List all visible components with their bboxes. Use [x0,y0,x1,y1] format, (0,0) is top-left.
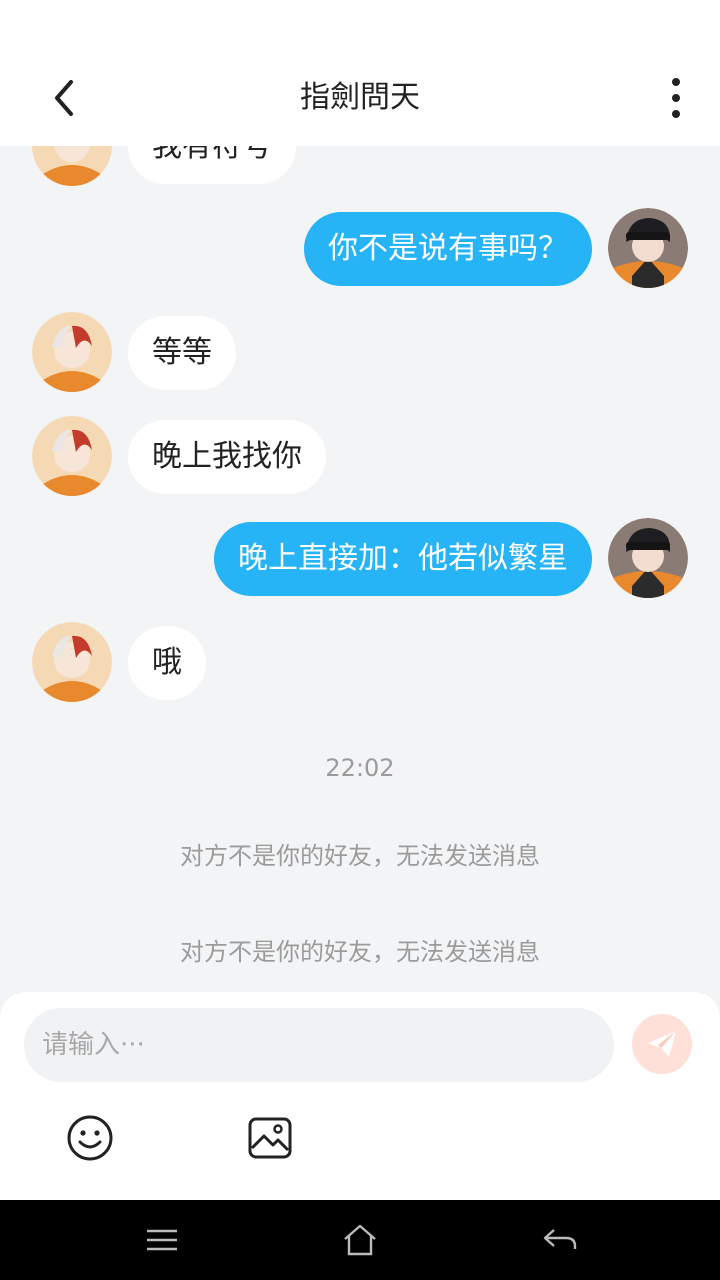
message-bubble[interactable]: 晚上我找你 [128,420,326,494]
menu-icon [147,1229,177,1251]
message-list[interactable]: 我有符号 你不是说有事吗？ 等等 晚上我找你 晚上直接加：他若似繁星 哦 22:… [0,146,720,992]
system-notice: 对方不是你的好友，无法发送消息 [180,938,540,966]
home-icon [344,1224,376,1256]
message-timestamp: 22:02 [325,754,395,782]
my-avatar[interactable] [608,208,688,288]
message-input[interactable] [24,1008,614,1082]
back-arrow-icon [543,1229,577,1249]
chat-title: 指劍問天 [300,80,420,115]
message-bubble[interactable]: 我有符号 [128,146,296,184]
system-navigation-bar [0,1200,720,1280]
emoji-button[interactable] [66,1114,114,1162]
message-incoming: 晚上我找你 [0,416,720,496]
more-options-button[interactable] [658,76,694,120]
image-button[interactable] [246,1114,294,1162]
system-notice: 对方不是你的好友，无法发送消息 [180,842,540,870]
message-outgoing: 你不是说有事吗？ [0,208,720,288]
send-button[interactable] [632,1014,692,1074]
contact-avatar[interactable] [32,622,112,702]
message-bubble[interactable]: 哦 [128,626,206,700]
home-button[interactable] [340,1220,380,1260]
contact-avatar[interactable] [32,312,112,392]
message-incoming: 等等 [0,312,720,392]
message-outgoing: 晚上直接加：他若似繁星 [0,518,720,598]
menu-button[interactable] [142,1220,182,1260]
image-icon [248,1117,292,1159]
message-composer [0,992,720,1200]
smile-icon [67,1115,113,1161]
message-incoming: 哦 [0,622,720,702]
message-incoming: 我有符号 [0,146,720,186]
my-avatar[interactable] [608,518,688,598]
send-icon [648,1031,676,1057]
contact-avatar[interactable] [32,146,112,186]
chat-header: 指劍問天 [0,0,720,146]
message-bubble[interactable]: 你不是说有事吗？ [304,212,592,286]
more-vertical-icon [672,78,680,86]
message-bubble[interactable]: 等等 [128,316,236,390]
back-nav-button[interactable] [540,1220,580,1260]
contact-avatar[interactable] [32,416,112,496]
message-bubble[interactable]: 晚上直接加：他若似繁星 [214,522,592,596]
